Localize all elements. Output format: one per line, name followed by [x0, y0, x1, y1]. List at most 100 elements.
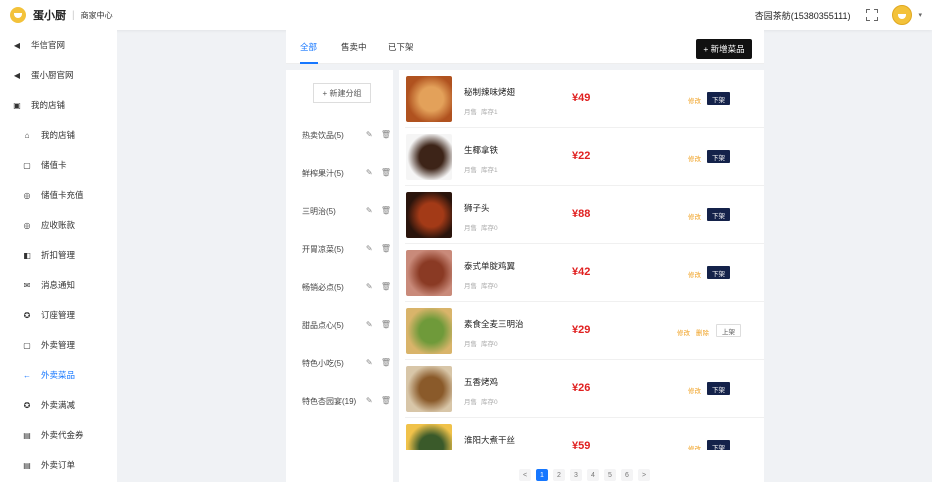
- dish-image: [406, 308, 452, 354]
- edit-delete-icon[interactable]: ✎ 🗑: [366, 168, 394, 177]
- takeout-icon: ▢: [23, 340, 31, 350]
- dish-name: 狮子头: [464, 203, 490, 213]
- category-item[interactable]: 甜品点心(5) ✎ 🗑: [302, 320, 394, 331]
- page-button[interactable]: 4: [587, 469, 599, 481]
- dish-list: 秘制辣味烤翅 月售 库存1 ¥49 修改 下架 生椰拿铁 月售 库存1 ¥22 修改 下架 狮子头 月售库…: [405, 70, 764, 450]
- edit-delete-icon[interactable]: ✎ 🗑: [366, 206, 394, 215]
- edit-link[interactable]: 修改: [677, 327, 690, 337]
- sidebar-item-label: 华信官网: [31, 40, 66, 50]
- category-item[interactable]: 畅销必点(5) ✎ 🗑: [302, 282, 394, 293]
- category-label: 特色小吃(5): [302, 359, 344, 368]
- edit-delete-icon[interactable]: ✎ 🗑: [366, 244, 394, 253]
- page-button[interactable]: 6: [621, 469, 633, 481]
- delete-link[interactable]: 删除: [696, 327, 709, 337]
- sidebar-item-label: 储值卡: [41, 160, 67, 170]
- monthly-sales: 月售: [464, 109, 477, 116]
- logo[interactable]: 蛋小厨 | 商家中心: [10, 7, 113, 23]
- dish-name: 淮阳大煮干丝: [464, 435, 516, 445]
- category-label: 特色杏园宴(19): [302, 397, 357, 406]
- take-off-shelf-button[interactable]: 下架: [707, 440, 730, 450]
- edit-link[interactable]: 修改: [688, 385, 701, 395]
- dish-row: 秘制辣味烤翅 月售 库存1 ¥49 修改 下架: [405, 70, 764, 128]
- mail-icon: ✉: [23, 280, 31, 290]
- edit-delete-icon[interactable]: ✎ 🗑: [366, 282, 394, 291]
- username[interactable]: 杏园茶舫(15380355111): [755, 9, 851, 22]
- dish-meta: 月售 库存0: [464, 338, 502, 348]
- take-off-shelf-button[interactable]: 下架: [707, 208, 730, 221]
- take-off-shelf-button[interactable]: 下架: [707, 382, 730, 395]
- category-item[interactable]: 热卖饮品(5) ✎ 🗑: [302, 130, 394, 141]
- tab-off-shelf[interactable]: 已下架: [388, 41, 414, 53]
- add-dish-button[interactable]: + 新增菜品: [696, 39, 752, 59]
- page-button[interactable]: 3: [570, 469, 582, 481]
- category-item[interactable]: 开胃凉菜(5) ✎ 🗑: [302, 244, 394, 255]
- dish-meta: 月售 库存1: [464, 106, 502, 116]
- fullscreen-icon[interactable]: [866, 9, 879, 21]
- new-group-button[interactable]: + 新建分组: [313, 83, 371, 103]
- category-label: 开胃凉菜(5): [302, 245, 344, 254]
- edit-delete-icon[interactable]: ✎ 🗑: [366, 396, 394, 405]
- sidebar-item[interactable]: ✪ 外卖满减: [0, 390, 117, 420]
- dish-name: 素食全麦三明治: [464, 319, 524, 329]
- edit-link[interactable]: 修改: [688, 211, 701, 221]
- prev-page-button[interactable]: <: [519, 469, 531, 481]
- send-icon: ◀: [13, 40, 21, 50]
- category-panel: + 新建分组 热卖饮品(5) ✎ 🗑 鲜榨果汁(5) ✎ 🗑 三明治(5) ✎ 🗑 开胃凉菜…: [286, 70, 399, 482]
- dish-price: ¥88: [572, 208, 591, 220]
- sidebar-item[interactable]: ▢ 外卖管理: [0, 330, 117, 360]
- edit-delete-icon[interactable]: ✎ 🗑: [366, 130, 394, 139]
- seat-icon: ✪: [23, 310, 31, 320]
- put-on-shelf-button[interactable]: 上架: [716, 324, 741, 337]
- dish-price: ¥42: [572, 266, 591, 278]
- monthly-sales: 月售: [464, 341, 477, 348]
- category-item[interactable]: 三明治(5) ✎ 🗑: [302, 206, 394, 217]
- edit-link[interactable]: 修改: [688, 95, 701, 105]
- avatar[interactable]: [892, 5, 913, 25]
- tab-on-sale[interactable]: 售卖中: [341, 41, 367, 53]
- dish-image: [406, 76, 452, 122]
- discount-icon: ◧: [23, 250, 31, 260]
- sidebar-item[interactable]: ⌂ 我的店铺: [0, 120, 117, 150]
- tab-bar: 全部 售卖中 已下架 + 新增菜品: [286, 30, 764, 64]
- sidebar-item-label: 外卖菜品: [41, 370, 76, 380]
- stock-count: 库存1: [481, 109, 498, 116]
- page-button[interactable]: 1: [536, 469, 548, 481]
- tab-all[interactable]: 全部: [300, 41, 317, 53]
- sidebar-item[interactable]: ▤ 外卖订单: [0, 450, 117, 480]
- dish-meta: 月售 库存0: [464, 222, 502, 232]
- edit-link[interactable]: 修改: [688, 153, 701, 163]
- sidebar-item[interactable]: ▢ 储值卡: [0, 150, 117, 180]
- sidebar-item-label: 外卖满减: [41, 400, 76, 410]
- sidebar-item[interactable]: ◀ 华信官网: [0, 30, 117, 60]
- dish-row: 五香烤鸡 月售 库存0 ¥26 修改 下架: [405, 360, 764, 418]
- page-button[interactable]: 2: [553, 469, 565, 481]
- sidebar-item[interactable]: ◎ 储值卡充值: [0, 180, 117, 210]
- sidebar-item[interactable]: ◎ 应收账款: [0, 210, 117, 240]
- category-item[interactable]: 鲜榨果汁(5) ✎ 🗑: [302, 168, 394, 179]
- sidebar-item[interactable]: ✉ 消息通知: [0, 270, 117, 300]
- next-page-button[interactable]: >: [638, 469, 650, 481]
- category-item[interactable]: 特色杏园宴(19) ✎ 🗑: [302, 396, 394, 407]
- sidebar-item[interactable]: ▣ 我的店铺: [0, 90, 117, 120]
- sidebar-item[interactable]: ◧ 折扣管理: [0, 240, 117, 270]
- take-off-shelf-button[interactable]: 下架: [707, 266, 730, 279]
- take-off-shelf-button[interactable]: 下架: [707, 150, 730, 163]
- sidebar-item[interactable]: ▤ 外卖代金券: [0, 420, 117, 450]
- sidebar-item[interactable]: ✪ 订座管理: [0, 300, 117, 330]
- sidebar-item[interactable]: ◀ 蛋小厨官网: [0, 60, 117, 90]
- take-off-shelf-button[interactable]: 下架: [707, 92, 730, 105]
- edit-delete-icon[interactable]: ✎ 🗑: [366, 320, 394, 329]
- stock-count: 库存0: [481, 399, 498, 406]
- logo-icon: [10, 7, 26, 23]
- top-bar: 蛋小厨 | 商家中心 杏园茶舫(15380355111) ▾: [0, 0, 932, 30]
- edit-delete-icon[interactable]: ✎ 🗑: [366, 358, 394, 367]
- sidebar-item-label: 储值卡充值: [41, 190, 84, 200]
- stock-count: 库存0: [481, 283, 498, 290]
- page-button[interactable]: 5: [604, 469, 616, 481]
- category-item[interactable]: 特色小吃(5) ✎ 🗑: [302, 358, 394, 369]
- edit-link[interactable]: 修改: [688, 269, 701, 279]
- category-label: 畅销必点(5): [302, 283, 344, 292]
- sidebar-item[interactable]: ← 外卖菜品: [0, 360, 117, 390]
- edit-link[interactable]: 修改: [688, 443, 701, 450]
- chevron-down-icon[interactable]: ▾: [918, 11, 922, 19]
